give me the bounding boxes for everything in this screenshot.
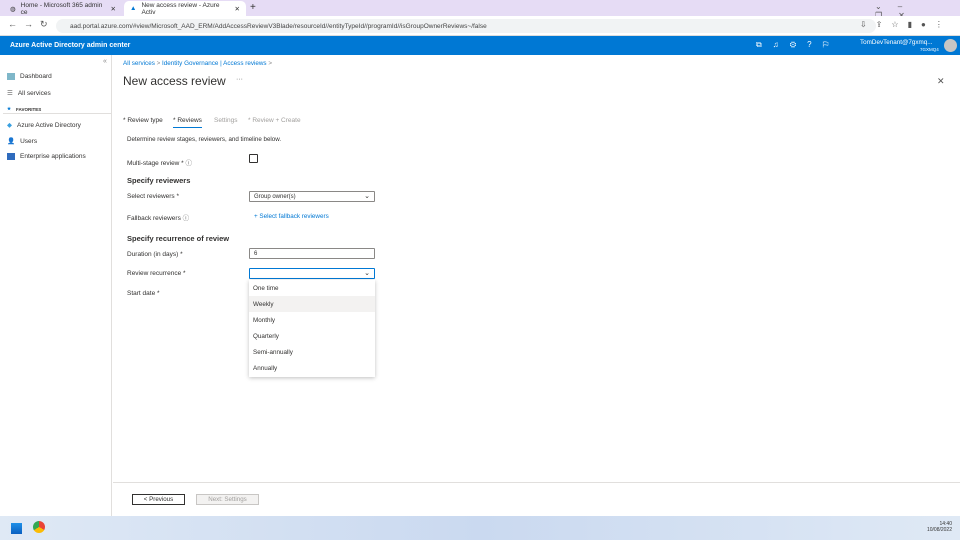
portal-header: Azure Active Directory admin center ⧉♫⚙?… <box>0 36 960 55</box>
favorites-heading: ★ FAVORITES <box>7 106 42 112</box>
browser-tab-bar: ◍ Home - Microsoft 365 admin ce ✕ ▲ New acc… <box>0 0 960 20</box>
browser-tab-access-review[interactable]: ▲ New access review - Azure Activ ✕ <box>124 1 246 16</box>
select-fallback-link[interactable]: + Select fallback reviewers <box>254 213 329 220</box>
windows-start-icon[interactable] <box>11 523 22 534</box>
sidebar-item-all-services[interactable]: ☰ All services <box>7 89 51 98</box>
more-icon[interactable]: ··· <box>236 76 243 83</box>
tab-reviews[interactable]: * Reviews <box>173 117 202 128</box>
start-date-label: Start date * <box>127 290 160 297</box>
recurrence-dropdown[interactable]: ⌄ <box>249 268 375 279</box>
url-input[interactable]: aad.portal.azure.com/#view/Microsoft_AAD… <box>56 19 876 33</box>
footer-divider <box>113 482 960 483</box>
option-semi-annually[interactable]: Semi-annually <box>249 344 375 360</box>
option-annually[interactable]: Annually <box>249 360 375 376</box>
close-icon[interactable]: ✕ <box>937 76 945 87</box>
sidebar-item-users[interactable]: 👤 Users <box>7 137 37 146</box>
dashboard-icon <box>7 73 15 80</box>
breadcrumb: All services > Identity Governance | Acc… <box>123 60 273 67</box>
chrome-icon[interactable] <box>33 521 45 533</box>
avatar[interactable] <box>944 39 957 52</box>
browser-toolbar-icons[interactable]: ⇩⇪☆▮●⋮ <box>860 20 952 29</box>
multistage-label: Multi-stage review * ⓘ <box>127 160 193 167</box>
recurrence-heading: Specify recurrence of review <box>127 234 230 243</box>
sidebar-item-dashboard[interactable]: Dashboard <box>7 73 52 80</box>
page-title: New access review <box>123 74 226 88</box>
select-reviewers-label: Select reviewers * <box>127 193 180 200</box>
duration-input[interactable]: 6 <box>249 248 375 259</box>
close-tab-icon[interactable]: ✕ <box>235 5 240 13</box>
chevron-down-icon: ⌄ <box>364 193 370 200</box>
collapse-sidebar-icon[interactable]: « <box>103 58 107 65</box>
tab-settings[interactable]: Settings <box>214 117 238 124</box>
azure-ad-icon: ◆ <box>7 122 12 129</box>
browser-tab-home[interactable]: ◍ Home - Microsoft 365 admin ce ✕ <box>4 1 122 16</box>
breadcrumb-all-services[interactable]: All services <box>123 60 155 67</box>
new-tab-button[interactable]: + <box>250 2 256 13</box>
intro-text: Determine review stages, reviewers, and … <box>127 136 282 143</box>
previous-button[interactable]: < Previous <box>132 494 185 505</box>
list-icon: ☰ <box>7 90 13 97</box>
info-icon[interactable]: ⓘ <box>183 215 190 222</box>
apps-icon <box>7 153 15 160</box>
tenant-name: 7GXMQ4 <box>920 47 939 52</box>
divider <box>3 113 111 114</box>
breadcrumb-access-reviews[interactable]: Identity Governance | Access reviews <box>162 60 267 67</box>
duration-label: Duration (in days) * <box>127 251 183 258</box>
recurrence-label: Review recurrence * <box>127 270 186 277</box>
option-one-time[interactable]: One time <box>249 280 375 296</box>
globe-icon: ◍ <box>10 5 16 13</box>
user-icon: 👤 <box>7 138 16 145</box>
option-monthly[interactable]: Monthly <box>249 312 375 328</box>
select-reviewers-dropdown[interactable]: Group owner(s) ⌄ <box>249 191 375 202</box>
user-name[interactable]: TomDevTenant@7gxmq... <box>860 39 933 46</box>
fallback-label: Fallback reviewers ⓘ <box>127 215 190 222</box>
header-icons[interactable]: ⧉♫⚙?⚐ <box>756 40 839 50</box>
close-tab-icon[interactable]: ✕ <box>111 5 116 13</box>
info-icon[interactable]: ⓘ <box>186 160 193 167</box>
nav-buttons[interactable]: ←→↻ <box>8 19 55 30</box>
portal-title[interactable]: Azure Active Directory admin center <box>10 42 130 49</box>
star-icon: ★ <box>7 106 12 111</box>
chevron-down-icon: ⌄ <box>364 270 370 277</box>
reviewers-heading: Specify reviewers <box>127 176 191 185</box>
taskbar: 14:40 10/08/2022 <box>0 516 960 540</box>
option-quarterly[interactable]: Quarterly <box>249 328 375 344</box>
sidebar-item-enterprise-apps[interactable]: Enterprise applications <box>7 153 86 160</box>
sidebar-item-azure-ad[interactable]: ◆ Azure Active Directory <box>7 121 81 130</box>
next-settings-button[interactable]: Next: Settings <box>196 494 259 505</box>
tab-review-create[interactable]: * Review + Create <box>248 117 301 124</box>
sidebar: « Dashboard ☰ All services ★ FAVORITES ◆ Az… <box>0 55 112 516</box>
azure-icon: ▲ <box>130 5 137 12</box>
multistage-checkbox[interactable] <box>249 154 258 163</box>
option-weekly[interactable]: Weekly <box>249 296 375 312</box>
clock[interactable]: 14:40 10/08/2022 <box>927 521 952 533</box>
tab-review-type[interactable]: * Review type <box>123 117 163 124</box>
